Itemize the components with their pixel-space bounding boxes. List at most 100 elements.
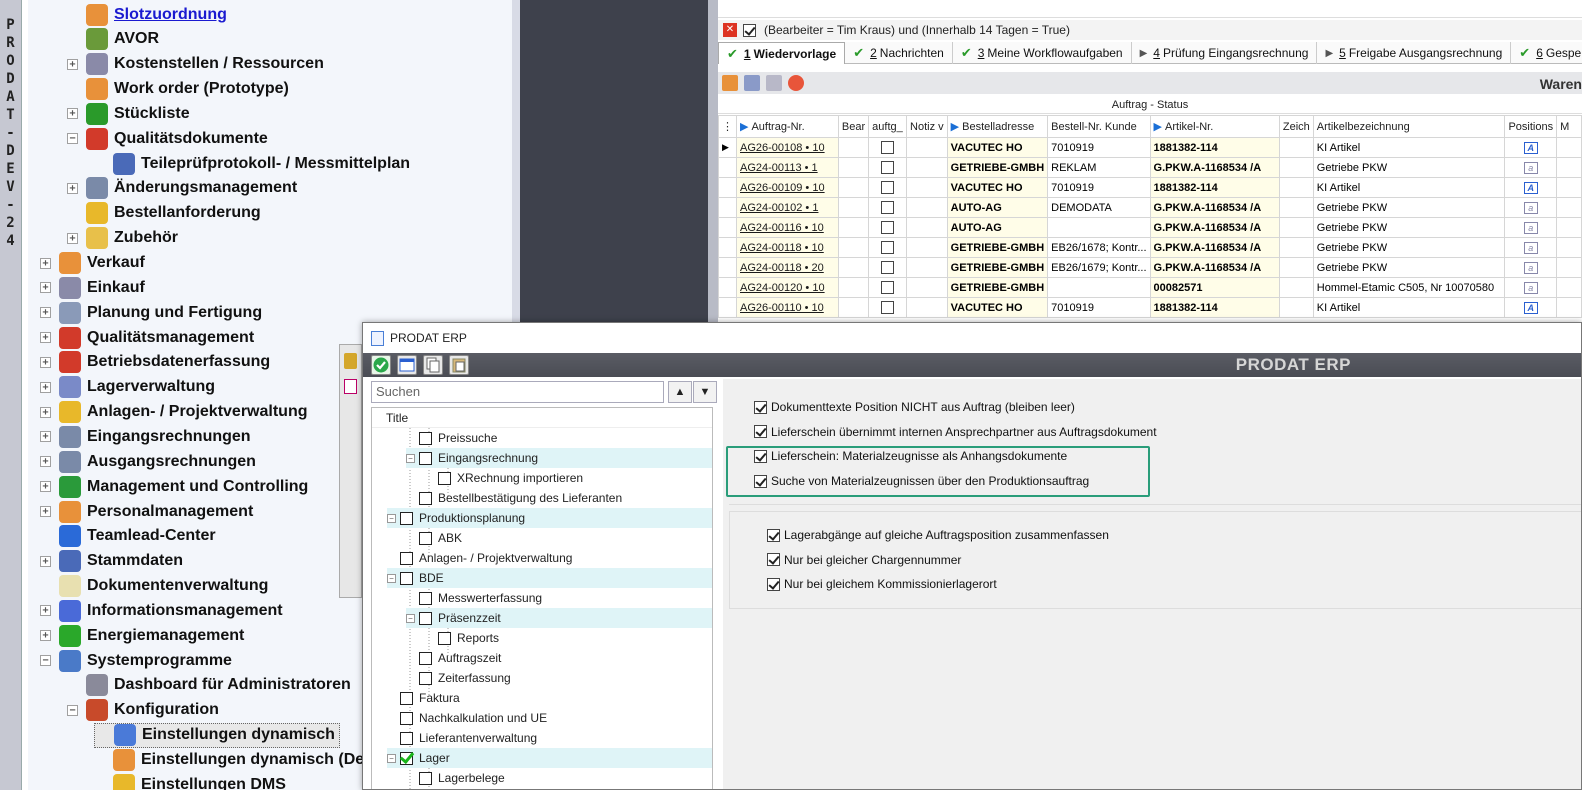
collapse-toggle-icon[interactable]: − bbox=[387, 513, 396, 523]
order-link[interactable]: AG24-00120 • 10 bbox=[736, 277, 839, 298]
table-row[interactable]: ▶ AG26-00108 • 10 VACUTEC HO 7010919 1881382… bbox=[718, 137, 1582, 158]
tab-3[interactable]: ✔ 3 Meine Workflowaufgaben bbox=[953, 42, 1132, 64]
row-checkbox[interactable] bbox=[881, 301, 895, 314]
order-link[interactable]: AG24-00116 • 10 bbox=[736, 217, 839, 238]
table-row[interactable]: AG24-00113 • 1 GETRIEBE-GMBH REKLAM G.PKW.A… bbox=[718, 157, 1582, 178]
nav-item[interactable]: + Änderungsmanagement bbox=[67, 176, 297, 201]
tree-node[interactable]: XRechnung importieren bbox=[438, 468, 712, 488]
tree-checkbox[interactable] bbox=[419, 491, 432, 505]
nav-item[interactable]: + Stammdaten bbox=[40, 549, 183, 574]
expand-toggle-icon[interactable]: + bbox=[40, 456, 51, 468]
nav-item[interactable]: Work order (Prototype) bbox=[67, 77, 289, 102]
setting-option[interactable]: Nur bei gleicher Chargennummer bbox=[767, 553, 961, 567]
nav-item[interactable]: + Planung und Fertigung bbox=[40, 300, 262, 325]
expand-toggle-icon[interactable]: + bbox=[40, 431, 51, 443]
tree-node[interactable]: Lagerbelege bbox=[419, 768, 712, 788]
dialog-titlebar[interactable]: PRODAT ERP bbox=[363, 323, 1581, 353]
tree-checkbox[interactable] bbox=[400, 571, 413, 585]
setting-option[interactable]: Dokumenttexte Position NICHT aus Auftrag… bbox=[754, 400, 1075, 414]
expand-toggle-icon[interactable]: + bbox=[67, 58, 78, 70]
column-header[interactable]: ▶ Artikel-Nr. bbox=[1149, 115, 1280, 138]
tree-node[interactable]: Nachkalkulation und UE bbox=[400, 708, 712, 728]
tree-checkbox[interactable] bbox=[400, 551, 413, 565]
nav-item[interactable]: Teamlead-Center bbox=[40, 524, 216, 549]
window-icon[interactable] bbox=[397, 355, 417, 375]
nav-item[interactable]: Slotzuordnung bbox=[67, 2, 227, 27]
clear-filter-icon[interactable]: ✕ bbox=[723, 23, 737, 37]
table-row[interactable]: AG24-00118 • 20 GETRIEBE-GMBH EB26/1679; K… bbox=[718, 257, 1582, 278]
tree-checkbox[interactable] bbox=[438, 471, 451, 485]
expand-toggle-icon[interactable]: + bbox=[40, 605, 51, 617]
tree-checkbox[interactable] bbox=[419, 651, 432, 665]
tree-checkbox[interactable] bbox=[419, 611, 432, 625]
nav-item[interactable]: − Systemprogramme bbox=[40, 648, 232, 673]
nav-item[interactable]: + Stückliste bbox=[67, 101, 190, 126]
document-icon[interactable]: a bbox=[1523, 241, 1538, 254]
tree-checkbox[interactable] bbox=[419, 451, 432, 465]
tree-checkbox[interactable] bbox=[400, 711, 413, 725]
tree-node[interactable]: Reports bbox=[438, 628, 712, 648]
setting-checkbox[interactable] bbox=[754, 449, 767, 463]
paste-icon[interactable] bbox=[449, 355, 469, 375]
order-link[interactable]: AG26-00109 • 10 bbox=[736, 177, 839, 198]
order-link[interactable]: AG24-00102 • 1 bbox=[736, 197, 839, 218]
document-icon[interactable]: a bbox=[1523, 281, 1538, 294]
column-header[interactable]: Zeich bbox=[1278, 115, 1314, 138]
nav-item[interactable]: + Verkauf bbox=[40, 251, 145, 276]
setting-option[interactable]: Lieferschein: Materialzeugnisse als Anha… bbox=[754, 449, 1067, 463]
tree-node[interactable]: − Lager bbox=[387, 748, 712, 768]
nav-item[interactable]: + Qualitätsmanagement bbox=[40, 325, 254, 350]
document-icon[interactable]: A bbox=[1523, 181, 1538, 194]
nav-item[interactable]: + Anlagen- / Projektverwaltung bbox=[40, 400, 307, 425]
column-header[interactable]: Positions bbox=[1504, 115, 1558, 138]
nav-item[interactable]: + Personalmanagement bbox=[40, 499, 253, 524]
database-icon[interactable] bbox=[344, 353, 357, 369]
tab-5[interactable]: ▶ 5 Freigabe Ausgangsrechnung bbox=[1317, 42, 1512, 64]
tree-node[interactable]: − Produktionsplanung bbox=[387, 508, 712, 528]
collapse-toggle-icon[interactable]: − bbox=[387, 753, 396, 763]
order-link[interactable]: AG26-00108 • 10 bbox=[736, 137, 839, 158]
search-input[interactable]: Suchen bbox=[371, 381, 664, 403]
nav-item[interactable]: − Konfiguration bbox=[67, 698, 219, 723]
glasses-icon[interactable] bbox=[766, 75, 782, 91]
tree-node[interactable]: ABK bbox=[419, 528, 712, 548]
nav-item[interactable]: + Energiemanagement bbox=[40, 623, 244, 648]
tree-node[interactable]: − BDE bbox=[387, 568, 712, 588]
column-header[interactable]: Artikelbezeichnung bbox=[1312, 115, 1506, 138]
expand-toggle-icon[interactable]: + bbox=[40, 257, 51, 269]
tree-checkbox[interactable] bbox=[419, 531, 432, 545]
nav-item[interactable]: + Einkauf bbox=[40, 275, 145, 300]
nav-item[interactable]: Einstellungen dynamisch bbox=[94, 722, 340, 748]
tree-checkbox[interactable] bbox=[438, 631, 451, 645]
tree-node[interactable]: − Eingangsrechnung bbox=[406, 448, 712, 468]
favorite-star-icon[interactable] bbox=[788, 75, 804, 91]
tree-checkbox[interactable] bbox=[400, 751, 413, 765]
report-icon[interactable] bbox=[344, 379, 357, 394]
expand-toggle-icon[interactable]: + bbox=[40, 506, 51, 517]
nav-item[interactable]: Einstellungen dynamisch (De bbox=[94, 748, 364, 773]
tree-checkbox[interactable] bbox=[400, 511, 413, 525]
column-header[interactable]: Bestell-Nr. Kunde bbox=[1047, 115, 1151, 138]
tree-node[interactable]: Preissuche bbox=[419, 428, 712, 448]
row-checkbox[interactable] bbox=[881, 201, 895, 214]
column-header[interactable]: auftg_ bbox=[868, 115, 908, 138]
table-row[interactable]: AG24-00120 • 10 GETRIEBE-GMBH 00082571 Homm… bbox=[718, 277, 1582, 298]
nav-item[interactable]: + Betriebsdatenerfassung bbox=[40, 350, 270, 375]
column-header[interactable]: Bear bbox=[837, 115, 870, 138]
tree-node[interactable]: Faktura bbox=[400, 688, 712, 708]
tab-2[interactable]: ✔ 2 Nachrichten bbox=[845, 42, 953, 64]
expand-toggle-icon[interactable]: + bbox=[40, 282, 51, 294]
confirm-check-icon[interactable] bbox=[371, 355, 391, 375]
expand-toggle-icon[interactable]: + bbox=[67, 182, 78, 194]
expand-toggle-icon[interactable]: + bbox=[67, 108, 78, 120]
table-row[interactable]: AG26-00109 • 10 VACUTEC HO 7010919 1881382-… bbox=[718, 177, 1582, 198]
nav-item[interactable]: Teileprüfprotokoll- / Messmittelplan bbox=[94, 151, 410, 176]
tree-node[interactable]: Messwerterfassung bbox=[419, 588, 712, 608]
nav-item[interactable]: Dokumentenverwaltung bbox=[40, 574, 268, 599]
order-link[interactable]: AG26-00110 • 10 bbox=[736, 297, 839, 318]
row-checkbox[interactable] bbox=[881, 221, 895, 234]
nav-item[interactable]: + Informationsmanagement bbox=[40, 598, 283, 623]
order-link[interactable]: AG24-00113 • 1 bbox=[736, 157, 839, 178]
row-checkbox[interactable] bbox=[881, 281, 895, 294]
tab-6[interactable]: ✔ 6Gesperrte Do bbox=[1511, 42, 1582, 64]
